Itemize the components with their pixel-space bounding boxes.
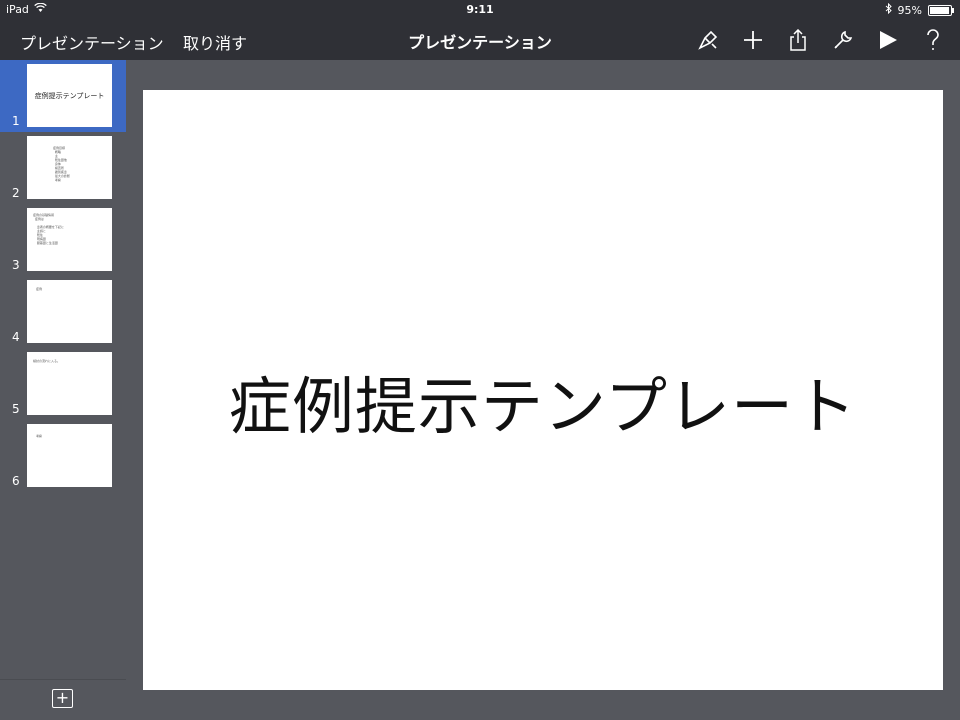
slide-canvas: 症例提示テンプレート xyxy=(126,60,960,720)
play-icon[interactable] xyxy=(875,26,901,54)
slide-preview: 症例 xyxy=(27,280,112,343)
slide-number: 1 xyxy=(12,114,20,128)
slide-navigator: 症例提示テンプレート 1 症例目標 概略 主 既往歴他 身体 検査所 鑑別疾患 … xyxy=(0,60,127,720)
slide-preview: 症例目標 概略 主 既往歴他 身体 検査所 鑑別疾患 最大の診断 考察 xyxy=(27,136,112,199)
slide-thumbnail-4[interactable]: 症例 4 xyxy=(0,276,126,348)
slide-preview-text: 考察 xyxy=(36,434,43,438)
wrench-icon[interactable] xyxy=(830,26,856,54)
slide-thumbnail-5[interactable]: 検討の流れに入る。 5 xyxy=(0,348,126,420)
slide-title[interactable]: 症例提示テンプレート xyxy=(143,356,943,446)
slide-number: 2 xyxy=(12,186,20,200)
slide-number: 6 xyxy=(12,474,20,488)
slide-thumbnail-6[interactable]: 考察 6 xyxy=(0,420,126,492)
battery-percent: 95% xyxy=(897,3,922,17)
slide-preview: 考察 xyxy=(27,424,112,487)
current-slide[interactable]: 症例提示テンプレート xyxy=(143,90,943,690)
clock: 9:11 xyxy=(466,3,494,16)
slide-preview-text: 検討の流れに入る。 xyxy=(33,359,61,363)
status-bar: iPad 9:11 95% xyxy=(0,0,960,20)
slide-preview-text: 症例 xyxy=(36,287,43,291)
add-slide-bar: + xyxy=(0,679,126,720)
slide-preview: 検討の流れに入る。 xyxy=(27,352,112,415)
plus-icon: + xyxy=(55,688,70,707)
share-icon[interactable] xyxy=(785,26,811,54)
add-icon[interactable] xyxy=(740,26,766,54)
help-icon[interactable] xyxy=(920,26,946,54)
slide-preview: 症例の基礎情報 症例は 患者の概要を下記に 主訴と 既往 現病歴 服薬歴と生活歴 xyxy=(27,208,112,271)
bluetooth-icon xyxy=(885,2,892,17)
toolbar: プレゼンテーション 取り消す プレゼンテーション xyxy=(0,20,960,60)
add-slide-button[interactable]: + xyxy=(52,689,73,708)
slide-number: 4 xyxy=(12,330,20,344)
slide-number: 5 xyxy=(12,402,20,416)
slide-preview: 症例提示テンプレート xyxy=(27,64,112,127)
slide-thumbnail-2[interactable]: 症例目標 概略 主 既往歴他 身体 検査所 鑑別疾患 最大の診断 考察 2 xyxy=(0,132,126,204)
slide-preview-text: 症例目標 概略 主 既往歴他 身体 検査所 鑑別疾患 最大の診断 考察 xyxy=(53,146,70,182)
battery-icon xyxy=(928,4,954,16)
slide-thumbnail-3[interactable]: 症例の基礎情報 症例は 患者の概要を下記に 主訴と 既往 現病歴 服薬歴と生活歴… xyxy=(0,204,126,276)
slide-number: 3 xyxy=(12,258,20,272)
format-brush-icon[interactable] xyxy=(695,26,721,54)
slide-preview-text: 症例の基礎情報 症例は 患者の概要を下記に 主訴と 既往 現病歴 服薬歴と生活歴 xyxy=(33,213,64,245)
slide-preview-title: 症例提示テンプレート xyxy=(34,92,105,100)
slide-thumbnail-1[interactable]: 症例提示テンプレート 1 xyxy=(0,60,126,132)
